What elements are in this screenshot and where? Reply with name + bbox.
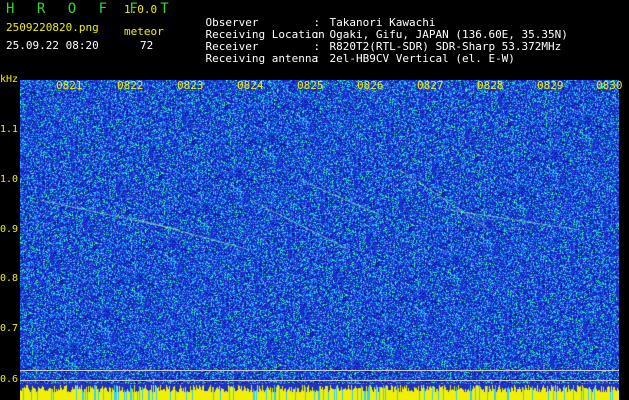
time-tick: 0822 (117, 79, 144, 92)
spectrogram-canvas (20, 80, 619, 400)
time-tick: 0821 (56, 79, 83, 92)
lower-band-line-top (20, 370, 619, 371)
time-tick: 0824 (237, 79, 264, 92)
freq-tick: 0.6 (0, 374, 19, 385)
meteor-count: 72 (140, 39, 154, 52)
spectrogram (20, 80, 619, 400)
time-tick: 0830 (596, 79, 623, 92)
freq-tick: 1.0 (0, 174, 19, 185)
freq-tick: 0.8 (0, 273, 19, 284)
freq-tick: 0.9 (0, 224, 19, 235)
datetime: 25.09.22 08:20 (6, 39, 99, 52)
app-version: 1.0.0 (124, 3, 158, 16)
time-tick: 0826 (357, 79, 384, 92)
khz-axis-label: kHz (0, 74, 19, 85)
info-row-antenna: Receiving antenna: 2el-HB9CV Vertical (el… (205, 52, 515, 65)
freq-tick: 1.1 (0, 124, 19, 135)
freq-tick: 0.7 (0, 323, 19, 334)
filename: 2509220820.png (6, 21, 99, 34)
time-tick: 0828 (477, 79, 504, 92)
time-tick: 0829 (537, 79, 564, 92)
bottom-level-bar (20, 384, 619, 400)
time-tick: 0827 (417, 79, 444, 92)
time-tick: 0825 (297, 79, 324, 92)
lower-band-line-bottom (20, 380, 619, 381)
mode-label: meteor (124, 25, 164, 38)
time-tick: 0823 (177, 79, 204, 92)
